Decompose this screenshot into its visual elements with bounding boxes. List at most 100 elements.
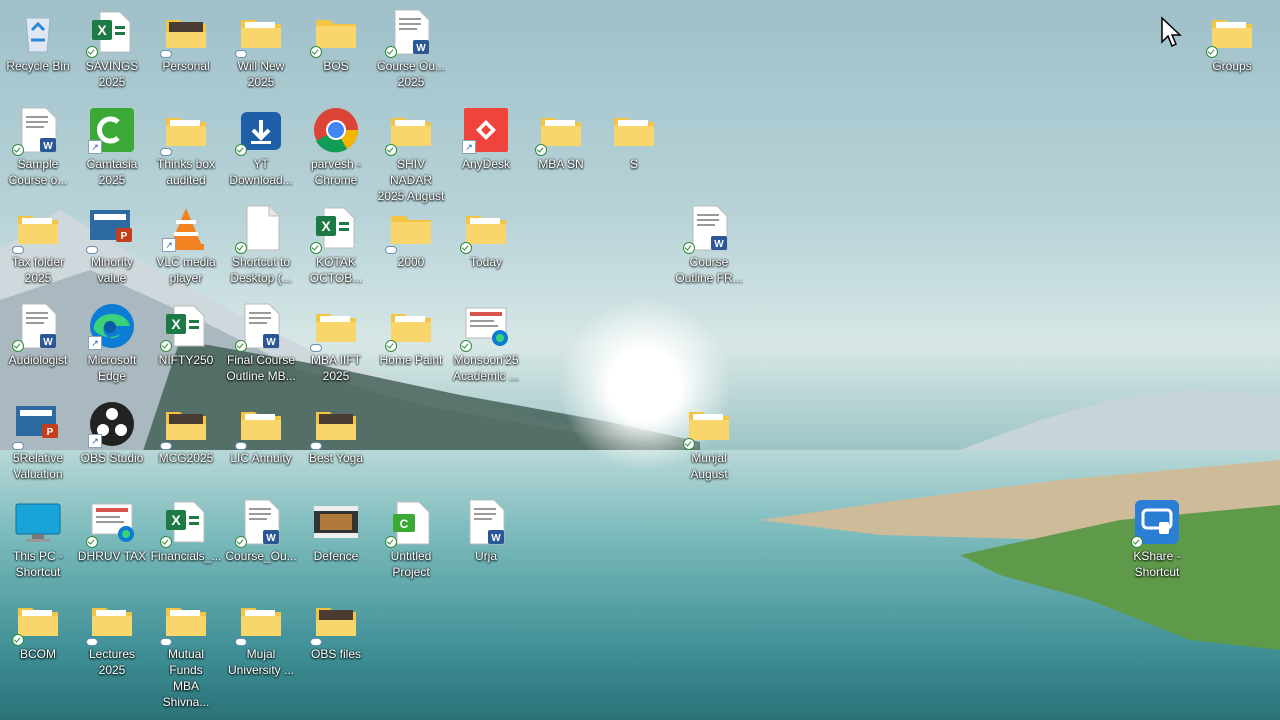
desktop-icon-dhruv-tax[interactable]: DHRUV TAX bbox=[76, 494, 148, 586]
folder-dark-icon bbox=[160, 8, 210, 58]
desktop-icon-2000[interactable]: 2000 bbox=[375, 200, 447, 292]
desktop-icon-nifty250[interactable]: X NIFTY250 bbox=[150, 298, 222, 390]
desktop-icon-5relative-valuation[interactable]: P 5Relative Valuation bbox=[2, 396, 74, 488]
desktop-icon-thinks-box-audited[interactable]: Thinks box audited bbox=[150, 102, 222, 194]
desktop-icon-label: NIFTY250 bbox=[158, 353, 214, 367]
folder-icon bbox=[683, 400, 733, 450]
desktop-icon-urja[interactable]: W Urja bbox=[450, 494, 522, 586]
desktop-icon-mba-iift-2025[interactable]: MBA IIFT 2025 bbox=[300, 298, 372, 390]
desktop-icon-audiologist[interactable]: W Audiologist bbox=[2, 298, 74, 390]
desktop-icon-will-new-2025[interactable]: Will New 2025 bbox=[225, 4, 297, 96]
folder-plain-icon bbox=[310, 8, 360, 58]
svg-text:W: W bbox=[266, 337, 276, 348]
sync-status-icon bbox=[160, 536, 172, 548]
desktop-icon-label: YT Download... bbox=[229, 157, 293, 187]
sync-status-icon bbox=[460, 242, 472, 254]
desktop-icon-mcg2025[interactable]: MCG2025 bbox=[150, 396, 222, 488]
desktop-icon-mutual-funds-mba-shivna[interactable]: Mutual Funds MBA Shivna... bbox=[150, 592, 222, 709]
sync-status-icon bbox=[385, 340, 397, 352]
desktop-icon-final-course-outline-mb[interactable]: W Final Course Outline MB... bbox=[225, 298, 297, 390]
desktop-icon-home-paint[interactable]: Home Paint bbox=[375, 298, 447, 390]
svg-text:W: W bbox=[43, 141, 53, 152]
desktop-icon-kshare-shortcut[interactable]: KShare - Shortcut bbox=[1121, 494, 1193, 586]
desktop-icon-label: Today bbox=[469, 255, 503, 269]
desktop-icon-course-outline-fr[interactable]: W Course Outline FR... bbox=[673, 200, 745, 292]
desktop-icon-label: Personal bbox=[162, 59, 210, 73]
desktop-icon-untitled-project[interactable]: C Untitled Project bbox=[375, 494, 447, 586]
folder-icon bbox=[160, 596, 210, 646]
desktop-icon-anydesk[interactable]: ↗ AnyDesk bbox=[450, 102, 522, 194]
desktop-icon-label: BOS bbox=[323, 59, 349, 73]
desktop-icon-course-ou[interactable]: W Course_Ou... bbox=[225, 494, 297, 586]
desktop-icon-tax-folder-2025[interactable]: Tax folder 2025 bbox=[2, 200, 74, 292]
desktop-icon-monsoon-25-academic[interactable]: Monsoon'25 Academic ... bbox=[450, 298, 522, 390]
cloud-status-icon bbox=[160, 442, 172, 450]
sync-status-icon bbox=[683, 242, 695, 254]
desktop-icon-parvesh-chrome[interactable]: parvesh - Chrome bbox=[300, 102, 372, 194]
sync-status-icon bbox=[1206, 46, 1218, 58]
svg-text:W: W bbox=[714, 239, 724, 250]
folder-icon bbox=[385, 106, 435, 156]
sync-status-icon bbox=[86, 46, 98, 58]
desktop-icon-munjal-august[interactable]: Munjal August bbox=[673, 396, 745, 488]
desktop-icon-camtasia-2025[interactable]: ↗ Camtasia 2025 bbox=[76, 102, 148, 194]
desktop-icon-sample-course-o[interactable]: W Sample Course o... bbox=[2, 102, 74, 194]
desktop-icon-savings-2025[interactable]: X SAVINGS 2025 bbox=[76, 4, 148, 96]
desktop-icon-minority-value[interactable]: P Minority value bbox=[76, 200, 148, 292]
desktop-icon-shortcut-to-desktop[interactable]: Shortcut to Desktop (... bbox=[225, 200, 297, 292]
recycle-icon bbox=[14, 8, 62, 56]
sync-status-icon bbox=[310, 46, 322, 58]
desktop-icon-bos[interactable]: BOS bbox=[300, 4, 372, 96]
word-icon: W bbox=[462, 498, 510, 546]
sync-status-icon bbox=[385, 46, 397, 58]
blank-icon bbox=[235, 204, 285, 254]
desktop-icon-label: Untitled Project bbox=[390, 549, 432, 579]
desktop-icon-personal[interactable]: Personal bbox=[150, 4, 222, 96]
background-grass-shore bbox=[760, 460, 1280, 650]
desktop-icon-yt-download[interactable]: YT Download... bbox=[225, 102, 297, 194]
desktop-icon-kotak-octob[interactable]: X KOTAK OCTOB... bbox=[300, 200, 372, 292]
desktop-icon-obs-studio[interactable]: ↗ OBS Studio bbox=[76, 396, 148, 488]
desktop-icon-label: Home Paint bbox=[379, 353, 443, 367]
desktop-icon-financials[interactable]: X Financials_... bbox=[150, 494, 222, 586]
desktop-icon-label: 2000 bbox=[397, 255, 425, 269]
desktop-icon-lectures-2025[interactable]: Lectures 2025 bbox=[76, 592, 148, 684]
word-icon: W bbox=[12, 302, 62, 352]
desktop-icon-label: Defence bbox=[313, 549, 359, 563]
folder-icon bbox=[610, 106, 658, 154]
desktop-icon-s[interactable]: S bbox=[598, 102, 670, 194]
desktop-icon-bcom[interactable]: BCOM bbox=[2, 592, 74, 684]
desktop-icon-shiv-nadar-2025-august[interactable]: SHIV NADAR 2025 August bbox=[375, 102, 447, 203]
desktop-icon-label: KOTAK OCTOB... bbox=[309, 255, 363, 285]
folder-icon bbox=[235, 8, 285, 58]
desktop-icon-mujal-university[interactable]: Mujal University ... bbox=[225, 592, 297, 684]
desktop-icon-label: Minority value bbox=[90, 255, 133, 285]
desktop-icon-groups[interactable]: Groups bbox=[1196, 4, 1268, 96]
desktop-icon-today[interactable]: Today bbox=[450, 200, 522, 292]
download-icon bbox=[235, 106, 285, 156]
desktop-icon-label: SHIV NADAR 2025 August bbox=[377, 157, 445, 203]
desktop-icon-label: Financials_... bbox=[150, 549, 222, 563]
desktop-icon-recycle-bin[interactable]: Recycle Bin bbox=[2, 4, 74, 96]
desktop-icon-microsoft-edge[interactable]: ↗ Microsoft Edge bbox=[76, 298, 148, 390]
desktop-icon-obs-files[interactable]: OBS files bbox=[300, 592, 372, 684]
desktop-icon-label: MCG2025 bbox=[158, 451, 214, 465]
folder-plain-icon bbox=[385, 204, 435, 254]
sync-status-icon bbox=[235, 144, 247, 156]
sync-status-icon bbox=[535, 144, 547, 156]
desktop-icon-best-yoga[interactable]: Best Yoga bbox=[300, 396, 372, 488]
desktop-icon-course-ou-2025[interactable]: W Course Ou... 2025 bbox=[375, 4, 447, 96]
sync-status-icon bbox=[12, 340, 24, 352]
desktop-icon-defence[interactable]: Defence bbox=[300, 494, 372, 586]
desktop-icon-lic-annuity[interactable]: LIC Annuity bbox=[225, 396, 297, 488]
svg-text:P: P bbox=[47, 427, 54, 438]
mouse-cursor-icon bbox=[1161, 16, 1182, 48]
desktop-icon-mba-sn[interactable]: MBA SN bbox=[525, 102, 597, 194]
shortcut-arrow-icon: ↗ bbox=[88, 336, 102, 350]
chrome-icon bbox=[312, 106, 360, 154]
desktop-icon-this-pc-shortcut[interactable]: This PC - Shortcut bbox=[2, 494, 74, 586]
desktop-icon-vlc-media-player[interactable]: ↗ VLC media player bbox=[150, 200, 222, 292]
folder-dark-icon bbox=[310, 596, 360, 646]
svg-text:W: W bbox=[491, 533, 501, 544]
desktop-icon-label: Monsoon'25 Academic ... bbox=[452, 353, 520, 383]
